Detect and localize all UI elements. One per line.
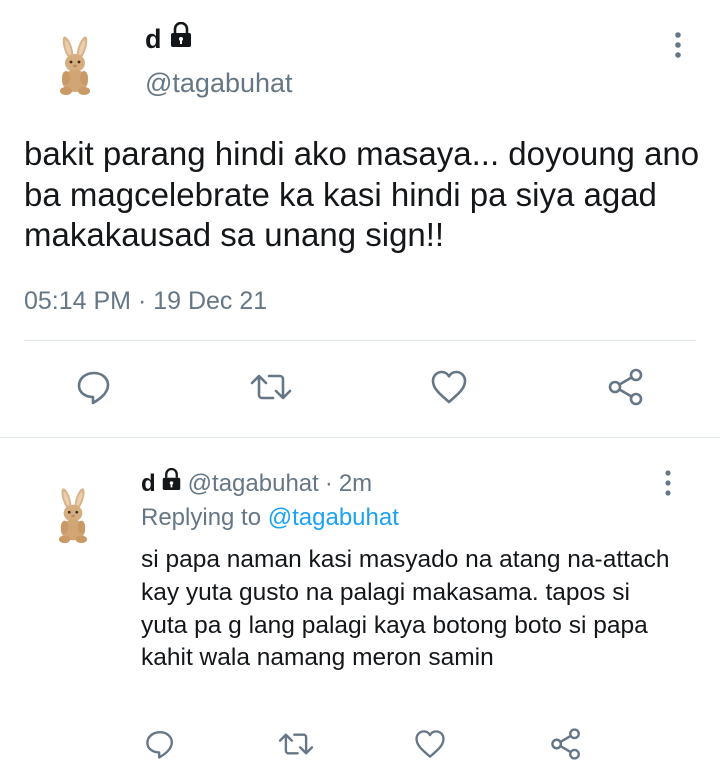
replying-to-handle-link[interactable]: @tagabuhat bbox=[268, 504, 399, 531]
more-options-icon[interactable] bbox=[658, 468, 678, 498]
replying-to: Replying to @tagabuhat bbox=[141, 502, 399, 534]
display-name[interactable]: d bbox=[141, 468, 156, 500]
retweet-button[interactable] bbox=[274, 728, 318, 764]
separator: · bbox=[324, 470, 333, 497]
retweet-icon bbox=[276, 728, 316, 765]
share-button[interactable] bbox=[548, 727, 584, 766]
avatar[interactable] bbox=[44, 34, 106, 96]
tweet-text: si papa naman kasi masyado na atang na-a… bbox=[141, 546, 670, 672]
divider bbox=[0, 437, 720, 438]
display-name-text[interactable]: d bbox=[145, 22, 162, 56]
like-icon bbox=[429, 368, 469, 411]
handle[interactable]: @tagabuhat bbox=[145, 66, 293, 100]
retweet-button[interactable] bbox=[246, 368, 296, 410]
like-button[interactable] bbox=[428, 368, 470, 410]
divider bbox=[24, 340, 696, 341]
lock-icon bbox=[161, 467, 182, 500]
handle[interactable]: @tagabuhat bbox=[188, 468, 319, 500]
like-button[interactable] bbox=[412, 728, 448, 764]
lock-icon bbox=[169, 21, 193, 56]
share-icon bbox=[549, 727, 583, 766]
reply-button[interactable] bbox=[142, 728, 178, 764]
tweet-text: bakit parang hindi ako masaya... doyoung… bbox=[24, 135, 700, 253]
share-icon bbox=[606, 367, 646, 412]
display-name[interactable]: d bbox=[145, 21, 193, 56]
retweet-icon bbox=[248, 368, 294, 411]
like-icon bbox=[413, 728, 447, 765]
timestamp[interactable]: 2m bbox=[339, 468, 372, 500]
more-options-icon[interactable] bbox=[668, 30, 688, 60]
reply-button[interactable] bbox=[73, 368, 115, 410]
reply-header: d @tagabuhat · 2m bbox=[141, 467, 372, 500]
replying-to-label: Replying to bbox=[141, 504, 262, 531]
share-button[interactable] bbox=[605, 368, 647, 410]
timestamp[interactable]: 05:14 PM · 19 Dec 21 bbox=[24, 285, 267, 317]
reply-icon bbox=[75, 368, 113, 411]
avatar[interactable] bbox=[44, 486, 102, 544]
reply-icon bbox=[144, 728, 176, 765]
